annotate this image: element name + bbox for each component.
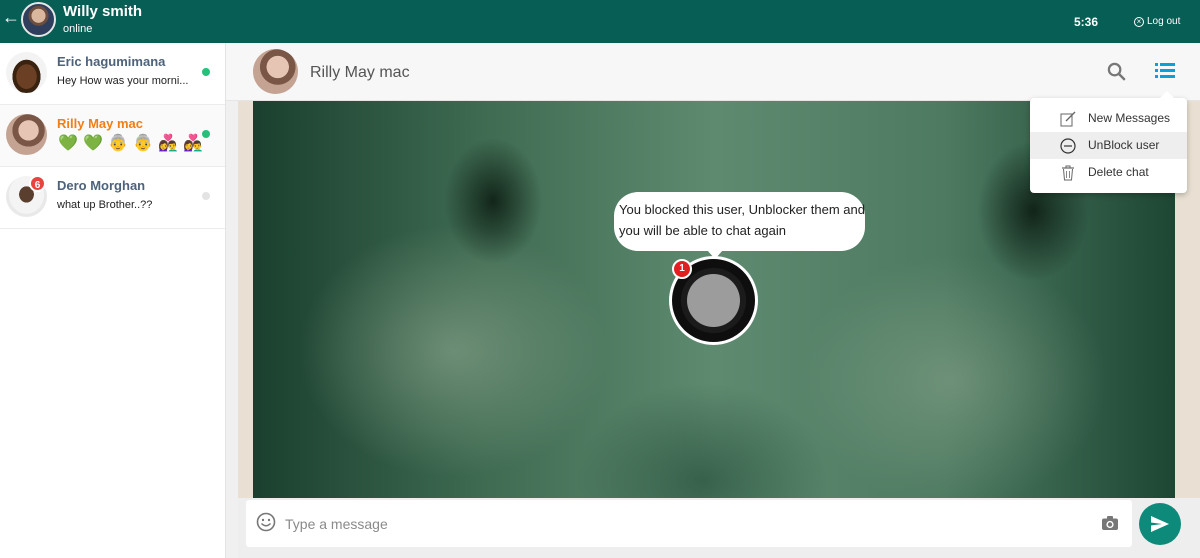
menu-item-new-messages[interactable]: New Messages bbox=[1030, 105, 1187, 132]
blocked-notice-text: You blocked this user, Unblocker them an… bbox=[619, 202, 865, 238]
trash-icon bbox=[1062, 165, 1074, 181]
send-icon bbox=[1151, 516, 1169, 532]
edit-icon bbox=[1060, 111, 1076, 127]
online-status-dot bbox=[202, 130, 210, 138]
offline-status-dot bbox=[202, 192, 210, 200]
conversation-header: Rilly May mac bbox=[226, 43, 1200, 101]
back-arrow-icon[interactable]: ← bbox=[2, 7, 20, 27]
chat-name: Eric hagumimana bbox=[57, 54, 166, 69]
minus-circle-icon bbox=[1060, 138, 1076, 154]
chat-item-eric[interactable]: Eric hagumimana Hey How was your morni..… bbox=[0, 43, 225, 105]
chat-item-dero[interactable]: 6 Dero Morghan what up Brother..?? bbox=[0, 167, 225, 229]
chat-list: Eric hagumimana Hey How was your morni..… bbox=[0, 43, 226, 558]
user-status: online bbox=[63, 23, 93, 35]
chat-item-rilly[interactable]: Rilly May mac 💚 💚 👵 👵 👩‍❤️‍👨 👩‍❤️‍👨 bbox=[0, 105, 225, 167]
unread-count-badge: 6 bbox=[29, 175, 46, 192]
avatar bbox=[6, 52, 47, 93]
old-woman-icon: 👵 bbox=[133, 135, 153, 152]
dropdown-caret bbox=[1160, 91, 1174, 98]
list-menu-icon[interactable] bbox=[1154, 61, 1176, 80]
couple-heart-icon: 👩‍❤️‍👨 bbox=[158, 135, 178, 152]
green-heart-icon: 💚 bbox=[83, 135, 103, 152]
blocked-notice-tooltip: You blocked this user, Unblocker them an… bbox=[614, 192, 865, 259]
chat-name: Dero Morghan bbox=[57, 178, 146, 193]
send-button[interactable] bbox=[1139, 503, 1181, 545]
menu-item-label: UnBlock user bbox=[1088, 138, 1160, 152]
options-dropdown: New Messages UnBlock user Delete chat bbox=[1030, 91, 1187, 193]
old-woman-icon: 👵 bbox=[108, 135, 128, 152]
couple-heart-icon: 👩‍❤️‍👨 bbox=[183, 135, 203, 152]
clock: 5:36 bbox=[1074, 15, 1099, 29]
emoji-message: 💚 💚 👵 👵 👩‍❤️‍👨 👩‍❤️‍👨 bbox=[58, 135, 203, 152]
close-circle-icon: × bbox=[1134, 16, 1144, 27]
online-status-dot bbox=[202, 68, 210, 76]
avatar: 6 bbox=[6, 175, 47, 217]
chat-name: Rilly May mac bbox=[57, 116, 143, 131]
contact-name: Rilly May mac bbox=[310, 64, 410, 81]
message-input[interactable] bbox=[285, 512, 1065, 536]
menu-item-unblock-user[interactable]: UnBlock user bbox=[1030, 132, 1187, 159]
green-heart-icon: 💚 bbox=[58, 135, 78, 152]
user-name: Willy smith bbox=[63, 3, 143, 20]
logout-label: Log out bbox=[1147, 16, 1181, 27]
emoji-icon[interactable] bbox=[256, 512, 276, 532]
notification-badge: 1 bbox=[672, 259, 692, 279]
top-bar: ← Willy smith online 5:36 × Log out bbox=[0, 0, 1200, 43]
chat-last-message: Hey How was your morni... bbox=[57, 75, 189, 87]
record-button-core bbox=[687, 274, 740, 327]
logout-button[interactable]: × Log out bbox=[1134, 16, 1180, 27]
menu-item-label: Delete chat bbox=[1088, 165, 1149, 179]
user-avatar[interactable] bbox=[21, 2, 56, 37]
contact-avatar[interactable] bbox=[253, 49, 298, 94]
menu-item-label: New Messages bbox=[1088, 111, 1171, 125]
menu-item-delete-chat[interactable]: Delete chat bbox=[1030, 159, 1187, 186]
camera-icon[interactable] bbox=[1101, 515, 1119, 531]
chat-last-message: what up Brother..?? bbox=[57, 199, 153, 211]
search-icon[interactable] bbox=[1107, 62, 1126, 81]
avatar bbox=[6, 114, 47, 155]
